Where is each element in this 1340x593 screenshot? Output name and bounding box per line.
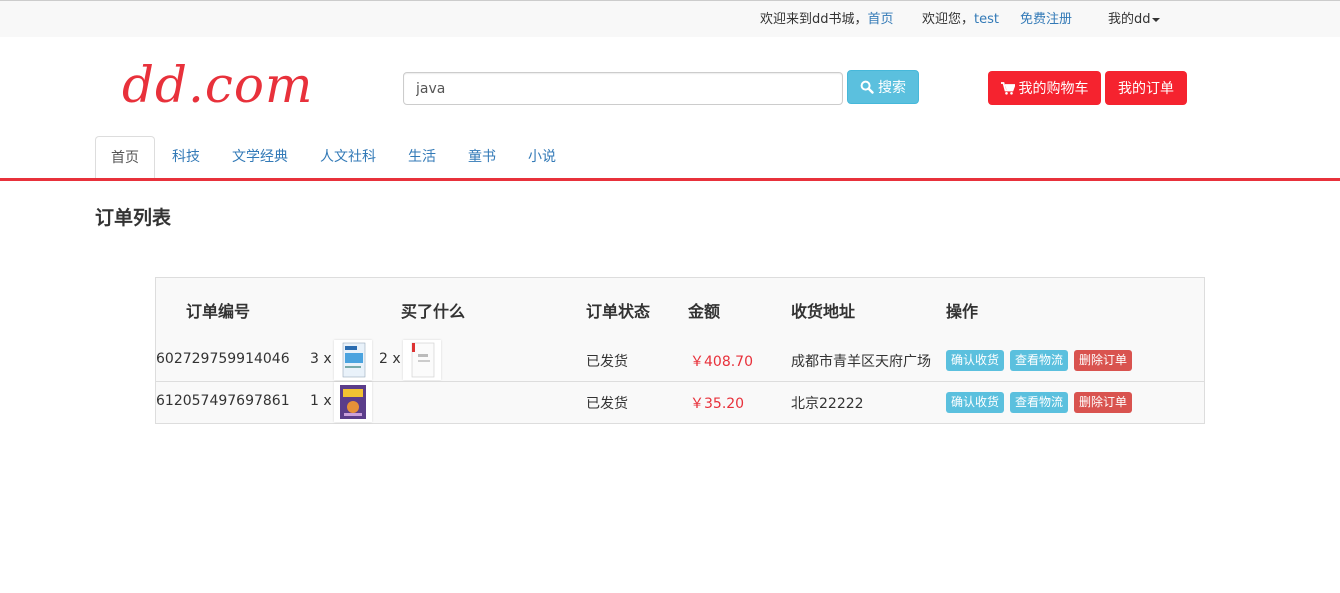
order-status: 已发货	[586, 354, 628, 370]
order-status: 已发货	[586, 396, 628, 412]
item-quantity: 3 x	[310, 351, 332, 367]
order-id: 602729759914046	[156, 351, 290, 367]
book-cover-thumbnail[interactable]	[334, 340, 372, 380]
tab-humanities[interactable]: 人文社科	[305, 136, 391, 179]
item-quantity: 2 x	[379, 351, 401, 367]
greeting-area: 欢迎您，test	[922, 11, 999, 29]
order-amount: ￥35.20	[690, 396, 745, 412]
book-cover-thumbnail[interactable]	[403, 340, 441, 380]
my-cart-button[interactable]: 我的购物车	[988, 71, 1101, 105]
book-cover-image	[340, 385, 366, 419]
search-icon	[860, 80, 874, 94]
category-nav: 首页 科技 文学经典 人文社科 生活 童书 小说	[95, 136, 573, 179]
my-dd-label: 我的dd	[1108, 12, 1151, 27]
header-order-id: 订单编号	[186, 302, 251, 321]
my-orders-label: 我的订单	[1118, 81, 1174, 97]
caret-down-icon	[1151, 17, 1160, 22]
view-logistics-button[interactable]: 查看物流	[1010, 392, 1069, 413]
my-dd-dropdown[interactable]: 我的dd	[1108, 11, 1160, 29]
my-orders-button[interactable]: 我的订单	[1105, 71, 1187, 105]
search-input[interactable]	[403, 72, 843, 105]
nav-divider	[0, 178, 1340, 181]
site-logo[interactable]: dd.com	[122, 56, 313, 114]
tab-life[interactable]: 生活	[393, 136, 451, 179]
my-cart-label: 我的购物车	[1018, 81, 1089, 97]
confirm-receipt-button[interactable]: 确认收货	[946, 350, 1005, 371]
page-title: 订单列表	[95, 207, 172, 229]
delete-order-button[interactable]: 删除订单	[1074, 392, 1133, 413]
header-actions: 操作	[946, 302, 979, 321]
top-bar: 欢迎来到dd书城，首页 欢迎您，test 免费注册 我的dd	[0, 0, 1340, 37]
home-link[interactable]: 首页	[868, 12, 894, 27]
welcome-text: 欢迎来到dd书城，	[760, 12, 868, 27]
header-address: 收货地址	[791, 302, 856, 321]
confirm-receipt-button[interactable]: 确认收货	[946, 392, 1005, 413]
order-id: 612057497697861	[156, 393, 290, 409]
delete-order-button[interactable]: 删除订单	[1074, 350, 1133, 371]
shipping-address: 北京22222	[791, 396, 864, 412]
shopping-cart-icon	[1000, 81, 1015, 95]
tab-children[interactable]: 童书	[453, 136, 511, 179]
row-divider	[156, 381, 1204, 382]
search-button-label: 搜索	[878, 80, 906, 96]
book-cover-thumbnail[interactable]	[334, 382, 372, 422]
tab-tech[interactable]: 科技	[157, 136, 215, 179]
book-cover-image	[411, 342, 435, 378]
tab-novel[interactable]: 小说	[513, 136, 571, 179]
item-quantity: 1 x	[310, 393, 332, 409]
tab-literature[interactable]: 文学经典	[217, 136, 303, 179]
header-amount: 金额	[688, 302, 721, 321]
welcome-area: 欢迎来到dd书城，首页	[760, 11, 894, 29]
order-amount: ￥408.70	[690, 354, 753, 370]
shipping-address: 成都市青羊区天府广场	[791, 354, 931, 370]
greeting-text: 欢迎您，	[922, 12, 975, 27]
view-logistics-button[interactable]: 查看物流	[1010, 350, 1069, 371]
orders-table: 订单编号 买了什么 订单状态 金额 收货地址 操作 60272975991404…	[155, 277, 1205, 424]
header-items: 买了什么	[401, 302, 466, 321]
book-cover-image	[342, 342, 366, 378]
tab-home[interactable]: 首页	[95, 136, 155, 179]
search-button[interactable]: 搜索	[847, 70, 919, 104]
register-link[interactable]: 免费注册	[1020, 12, 1072, 27]
header-status: 订单状态	[586, 302, 651, 321]
username-link[interactable]: test	[974, 12, 999, 27]
